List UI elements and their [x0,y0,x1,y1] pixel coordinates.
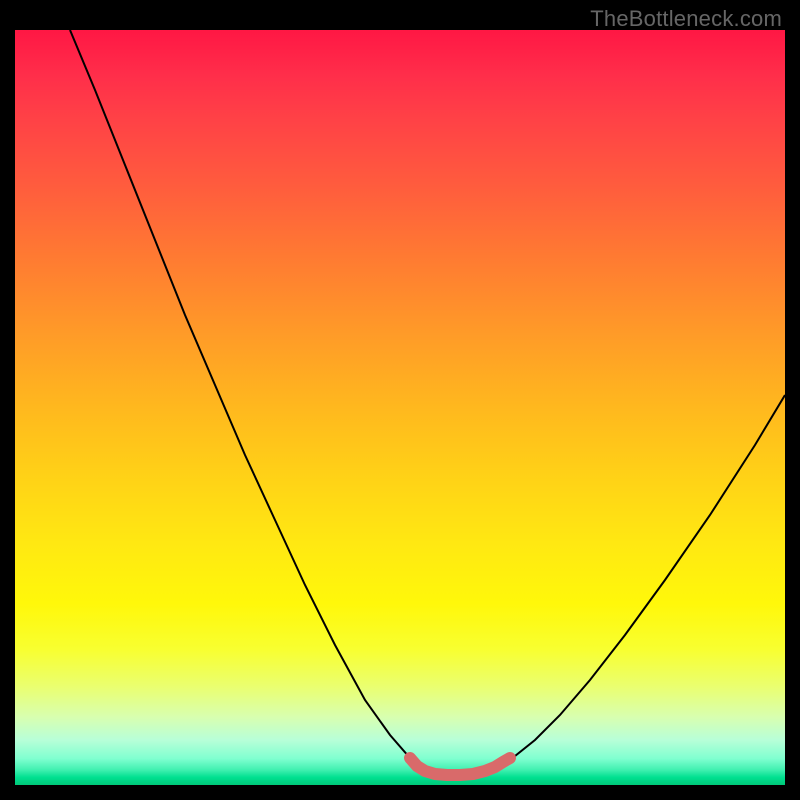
chart-plot [15,30,785,785]
watermark-text: TheBottleneck.com [590,6,782,32]
marker-layer [15,30,785,785]
chart-frame [15,30,785,785]
optimal-marker [410,758,510,775]
